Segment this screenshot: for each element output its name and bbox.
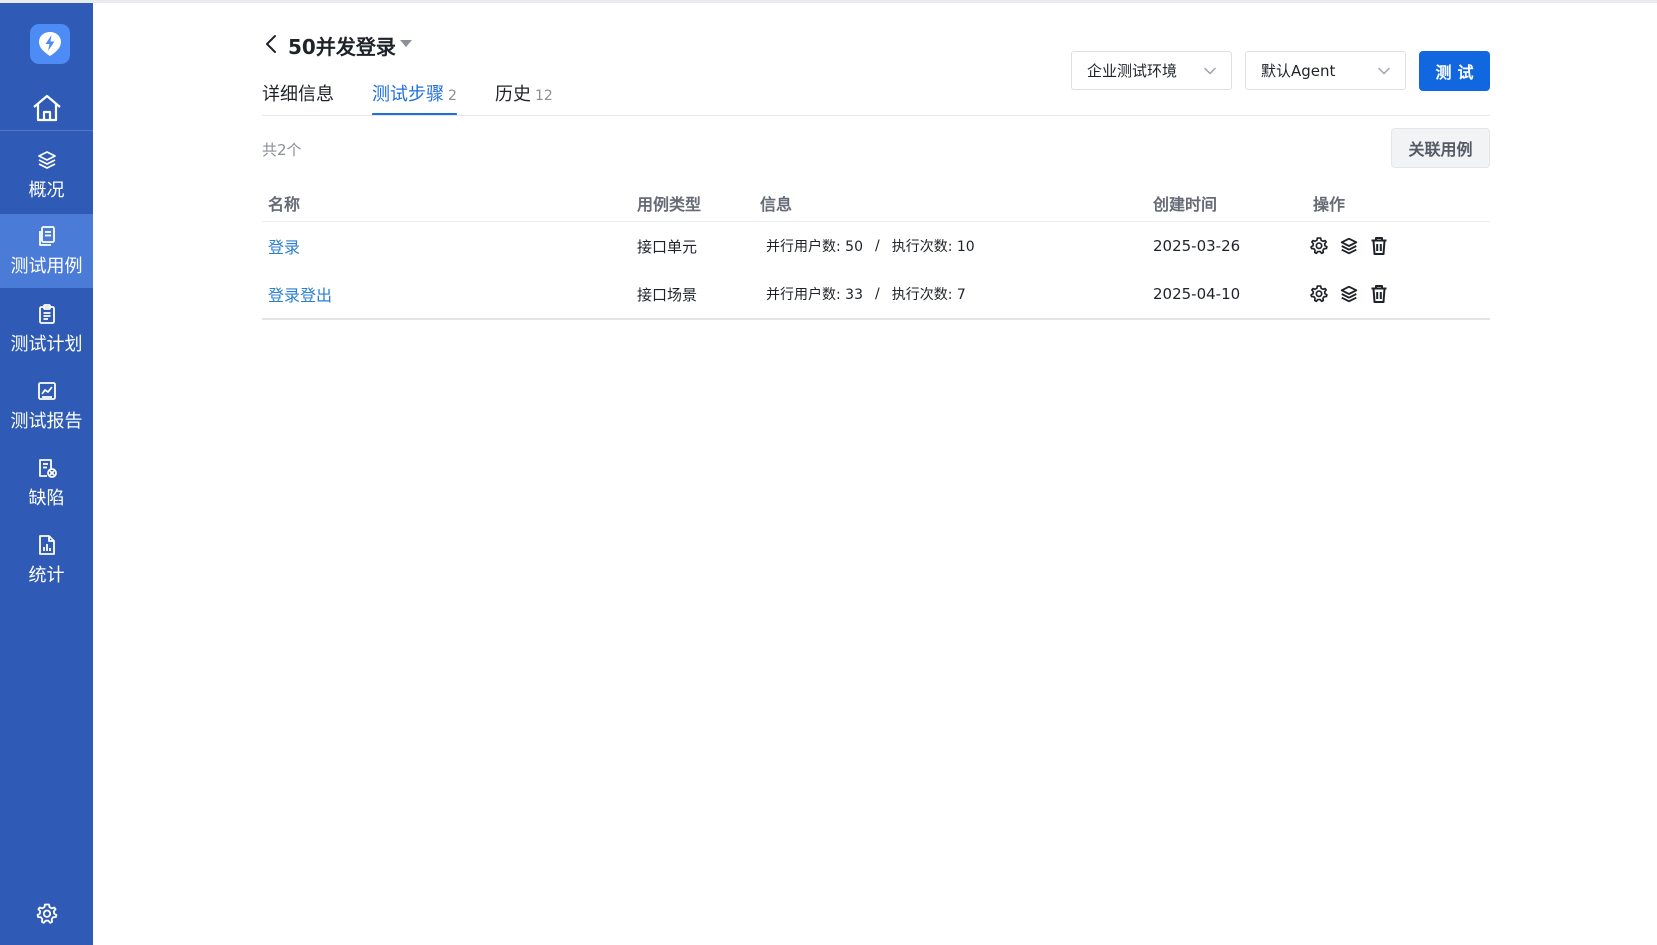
- title-dropdown-button[interactable]: [398, 36, 414, 52]
- app-logo[interactable]: [30, 24, 70, 64]
- sidebar-item-test-cases[interactable]: 测试用例: [0, 214, 93, 288]
- row-copy-button[interactable]: [1339, 284, 1359, 304]
- concurrent-users: 并行用户数: 50: [766, 239, 863, 255]
- agent-select[interactable]: 默认Agent: [1245, 51, 1406, 90]
- chevron-down-icon: [1378, 67, 1390, 75]
- column-header-info: 信息: [760, 195, 793, 214]
- sidebar-item-label: 概况: [28, 179, 65, 201]
- caret-down-icon: [400, 40, 412, 47]
- gear-icon: [36, 903, 57, 924]
- row-delete-button[interactable]: [1369, 236, 1389, 256]
- layers-icon: [1340, 237, 1358, 255]
- column-header-actions: 操作: [1313, 195, 1346, 214]
- clipboard-icon: [38, 303, 55, 324]
- created-date: 2025-04-10: [1153, 285, 1241, 303]
- row-actions: [1309, 270, 1389, 318]
- tab-label: 测试步骤: [372, 84, 444, 105]
- home-icon: [32, 94, 61, 121]
- info-separator: /: [874, 286, 880, 302]
- sidebar-item-test-report[interactable]: 测试报告: [0, 369, 93, 443]
- row-settings-button[interactable]: [1309, 236, 1329, 256]
- case-type: 接口场景: [637, 285, 698, 304]
- top-border: [0, 0, 1657, 3]
- tab-label: 历史: [495, 84, 531, 105]
- link-cases-button[interactable]: 关联用例: [1391, 128, 1490, 168]
- case-info: 并行用户数: 50 / 执行次数: 10: [766, 222, 975, 270]
- column-header-name: 名称: [268, 195, 301, 214]
- bar-chart-icon: [38, 534, 55, 555]
- sidebar-item-label: 测试计划: [10, 333, 83, 355]
- environment-select-value: 企业测试环境: [1087, 62, 1178, 80]
- run-test-button[interactable]: 测试: [1419, 51, 1490, 91]
- sidebar-item-label: 缺陷: [28, 487, 65, 509]
- case-name-link[interactable]: 登录登出: [268, 270, 332, 318]
- tab-count: 12: [535, 88, 553, 104]
- table-row: 登录 接口单元 并行用户数: 50 / 执行次数: 10 2025-03-26: [262, 222, 1490, 270]
- chevron-down-icon: [1204, 67, 1216, 75]
- case-info: 并行用户数: 33 / 执行次数: 7: [766, 270, 966, 318]
- info-separator: /: [874, 238, 880, 254]
- back-button[interactable]: [262, 32, 280, 56]
- environment-select[interactable]: 企业测试环境: [1071, 51, 1232, 90]
- bug-document-icon: [38, 458, 57, 478]
- created-date: 2025-03-26: [1153, 237, 1241, 255]
- tabs-divider: [262, 115, 1490, 116]
- row-actions: [1309, 222, 1389, 270]
- sidebar-item-label: 统计: [28, 564, 65, 586]
- sidebar-item-statistics[interactable]: 统计: [0, 523, 93, 597]
- case-name-link[interactable]: 登录: [268, 222, 300, 270]
- row-settings-button[interactable]: [1309, 284, 1329, 304]
- home-button[interactable]: [0, 85, 93, 131]
- report-chart-icon: [37, 381, 56, 400]
- row-delete-button[interactable]: [1369, 284, 1389, 304]
- execution-count: 执行次数: 10: [891, 239, 975, 255]
- chevron-left-icon: [266, 35, 276, 53]
- sidebar: 概况 测试用例 测试计划 测试报告 缺陷 统计: [0, 3, 93, 945]
- table-row: 登录登出 接口场景 并行用户数: 33 / 执行次数: 7 2025-04-10: [262, 270, 1490, 318]
- document-icon: [38, 225, 55, 246]
- layers-icon: [37, 150, 56, 169]
- gear-icon: [1310, 285, 1328, 303]
- total-count: 共2个: [262, 141, 302, 159]
- trash-icon: [1371, 237, 1387, 255]
- lightning-logo-icon: [39, 32, 61, 56]
- agent-select-value: 默认Agent: [1261, 62, 1336, 80]
- sidebar-item-label: 测试报告: [10, 410, 83, 432]
- sidebar-item-defects[interactable]: 缺陷: [0, 446, 93, 520]
- sidebar-item-overview[interactable]: 概况: [0, 138, 93, 212]
- concurrent-users: 并行用户数: 33: [766, 287, 863, 303]
- tab-test-steps[interactable]: 测试步骤 2: [372, 80, 457, 116]
- trash-icon: [1371, 285, 1387, 303]
- sidebar-item-test-plan[interactable]: 测试计划: [0, 292, 93, 366]
- tab-label: 详细信息: [262, 84, 334, 105]
- table-bottom-border: [262, 318, 1490, 320]
- settings-button[interactable]: [0, 899, 93, 929]
- tab-details[interactable]: 详细信息: [262, 80, 334, 116]
- layers-icon: [1340, 285, 1358, 303]
- sidebar-item-label: 测试用例: [10, 255, 83, 277]
- tab-count: 2: [448, 88, 457, 104]
- row-copy-button[interactable]: [1339, 236, 1359, 256]
- case-type: 接口单元: [637, 237, 698, 256]
- execution-count: 执行次数: 7: [891, 287, 966, 303]
- column-header-created: 创建时间: [1153, 195, 1218, 214]
- page-title: 50并发登录: [288, 35, 396, 59]
- tab-history[interactable]: 历史 12: [495, 80, 553, 116]
- gear-icon: [1310, 237, 1328, 255]
- column-header-type: 用例类型: [637, 195, 702, 214]
